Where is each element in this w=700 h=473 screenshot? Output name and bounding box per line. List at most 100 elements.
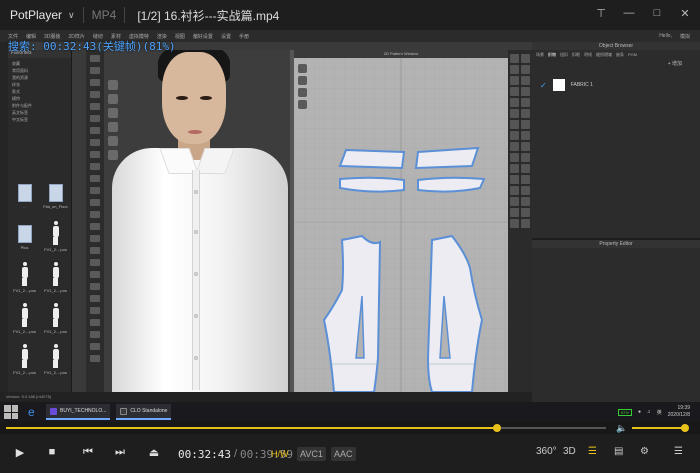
battery-indicator[interactable]: 67% [617, 408, 632, 416]
library-thumb[interactable]: FV1_2....pos [12, 262, 37, 295]
tool-button[interactable] [90, 91, 100, 98]
add-fabric-button[interactable]: + 增加 [532, 60, 700, 67]
video-frame[interactable]: 文件 编辑 3D服装 2D样片 缝纫 素材 虚拟模特 渲染 视图 偏好设置 设置… [0, 30, 700, 422]
tool-button[interactable] [90, 79, 100, 86]
tool-button[interactable] [90, 187, 100, 194]
library-thumb[interactable]: FV1_2....pos [43, 262, 68, 295]
close-icon[interactable]: ✕ [678, 7, 692, 20]
tool-button[interactable] [90, 235, 100, 242]
tool-button[interactable] [108, 94, 118, 104]
library-list-item[interactable]: 常用面料 [12, 67, 67, 74]
tool-button[interactable] [510, 219, 519, 228]
volume-tray-icon[interactable]: ♫ [647, 409, 651, 415]
tool-button[interactable] [521, 120, 530, 129]
tool-button[interactable] [108, 122, 118, 132]
tool-button[interactable] [298, 64, 307, 73]
video-codec-badge[interactable]: AVC1 [297, 447, 326, 461]
minimize-icon[interactable]: — [622, 7, 636, 20]
chapter-list-icon[interactable]: ▤ [614, 446, 623, 457]
seek-handle[interactable] [492, 424, 501, 432]
tool-button[interactable] [90, 259, 100, 266]
tool-button[interactable] [521, 208, 530, 217]
tool-button[interactable] [521, 142, 530, 151]
tool-button[interactable] [90, 151, 100, 158]
tool-button[interactable] [90, 247, 100, 254]
tab-button[interactable]: 纽扣 [560, 52, 568, 58]
network-icon[interactable]: ● [638, 409, 641, 415]
play-icon[interactable]: ▶ [12, 446, 28, 459]
hw-decoder-badge[interactable]: H/W [268, 447, 292, 461]
tool-button[interactable] [521, 54, 530, 63]
tool-button[interactable] [90, 67, 100, 74]
tool-button[interactable] [510, 208, 519, 217]
clo-menu-item[interactable]: 视图 [175, 33, 185, 40]
library-list-item[interactable]: 款式 [12, 88, 67, 95]
tool-button[interactable] [90, 223, 100, 230]
tool-button[interactable] [90, 319, 100, 326]
tool-button[interactable] [90, 199, 100, 206]
library-list-item[interactable]: 收藏 [12, 60, 67, 67]
volume-slider[interactable] [632, 424, 690, 432]
3d-garment-window[interactable] [104, 50, 290, 392]
tool-button[interactable] [510, 197, 519, 206]
chevron-down-icon[interactable]: ∨ [68, 10, 75, 21]
playlist-search-icon[interactable]: ☰ [588, 446, 597, 457]
maximize-icon[interactable]: □ [650, 7, 664, 20]
tab-piping[interactable]: 嵌条 [616, 52, 624, 58]
tab-topstitch[interactable]: 明线 [584, 52, 592, 58]
library-list-item[interactable]: 附件与配件 [12, 102, 67, 109]
tool-button[interactable] [521, 175, 530, 184]
windows-start-icon[interactable] [4, 405, 18, 419]
tool-button[interactable] [521, 109, 530, 118]
tool-button[interactable] [521, 76, 530, 85]
tool-button[interactable] [90, 175, 100, 182]
tool-button[interactable] [510, 186, 519, 195]
tab-scene[interactable]: 场景 [536, 52, 544, 58]
tool-button[interactable] [298, 88, 307, 97]
system-clock[interactable]: 19:39 2020/12/8 [668, 405, 690, 419]
tool-button[interactable] [521, 87, 530, 96]
library-list-item[interactable]: 样衣 [12, 81, 67, 88]
volume-icon[interactable]: 🔈 [616, 423, 627, 434]
library-thumb[interactable]: FV1_2....pos [43, 221, 68, 254]
seek-bar[interactable] [6, 424, 606, 432]
library-thumb[interactable]: FV1_2....pos [43, 344, 68, 377]
clo-menu-item[interactable]: 偏好设置 [193, 33, 213, 40]
previous-icon[interactable]: ⏮ [80, 446, 96, 459]
clo-menu-item[interactable]: 设置 [221, 33, 231, 40]
tool-button[interactable] [521, 98, 530, 107]
tool-button[interactable] [521, 164, 530, 173]
tool-button[interactable] [90, 295, 100, 302]
library-list-item[interactable]: 中文标签 [12, 116, 67, 123]
tool-button[interactable] [90, 271, 100, 278]
tool-button[interactable] [510, 153, 519, 162]
tool-button[interactable] [510, 175, 519, 184]
taskbar-app-clo[interactable]: CLO Standalone [116, 404, 172, 420]
library-thumb[interactable]: FV1_2....pos [12, 303, 37, 336]
library-thumb[interactable]: FV1_2....pos [12, 344, 37, 377]
tool-button[interactable] [90, 139, 100, 146]
stop-icon[interactable]: ■ [44, 446, 60, 458]
library-thumb[interactable]: .. [12, 180, 37, 213]
settings-gear-icon[interactable]: ⚙ [640, 446, 649, 457]
tool-button[interactable] [108, 108, 118, 118]
taskbar-app-buyi[interactable]: BUYI_TECHNOLO... [46, 404, 111, 420]
tool-button[interactable] [90, 127, 100, 134]
view-3d-button[interactable]: 3D [563, 446, 576, 457]
tab-fabric[interactable]: 织物 [548, 52, 556, 58]
tool-button[interactable] [510, 142, 519, 151]
tool-button[interactable] [510, 65, 519, 74]
tool-button[interactable] [90, 331, 100, 338]
tab-pucker[interactable]: 缝纫褶皱 [596, 52, 612, 58]
tool-button[interactable] [90, 55, 100, 62]
tool-button[interactable] [108, 80, 118, 90]
tool-button[interactable] [510, 120, 519, 129]
library-list-item[interactable]: 英文标签 [12, 109, 67, 116]
tool-button[interactable] [510, 164, 519, 173]
library-list-item[interactable]: 模特 [12, 95, 67, 102]
tool-button[interactable] [108, 150, 118, 160]
tool-button[interactable] [510, 87, 519, 96]
next-icon[interactable]: ⏭ [112, 446, 128, 459]
pattern-canvas[interactable] [294, 58, 508, 392]
fabric-row[interactable]: ✓ FABRIC 1 [540, 79, 700, 91]
